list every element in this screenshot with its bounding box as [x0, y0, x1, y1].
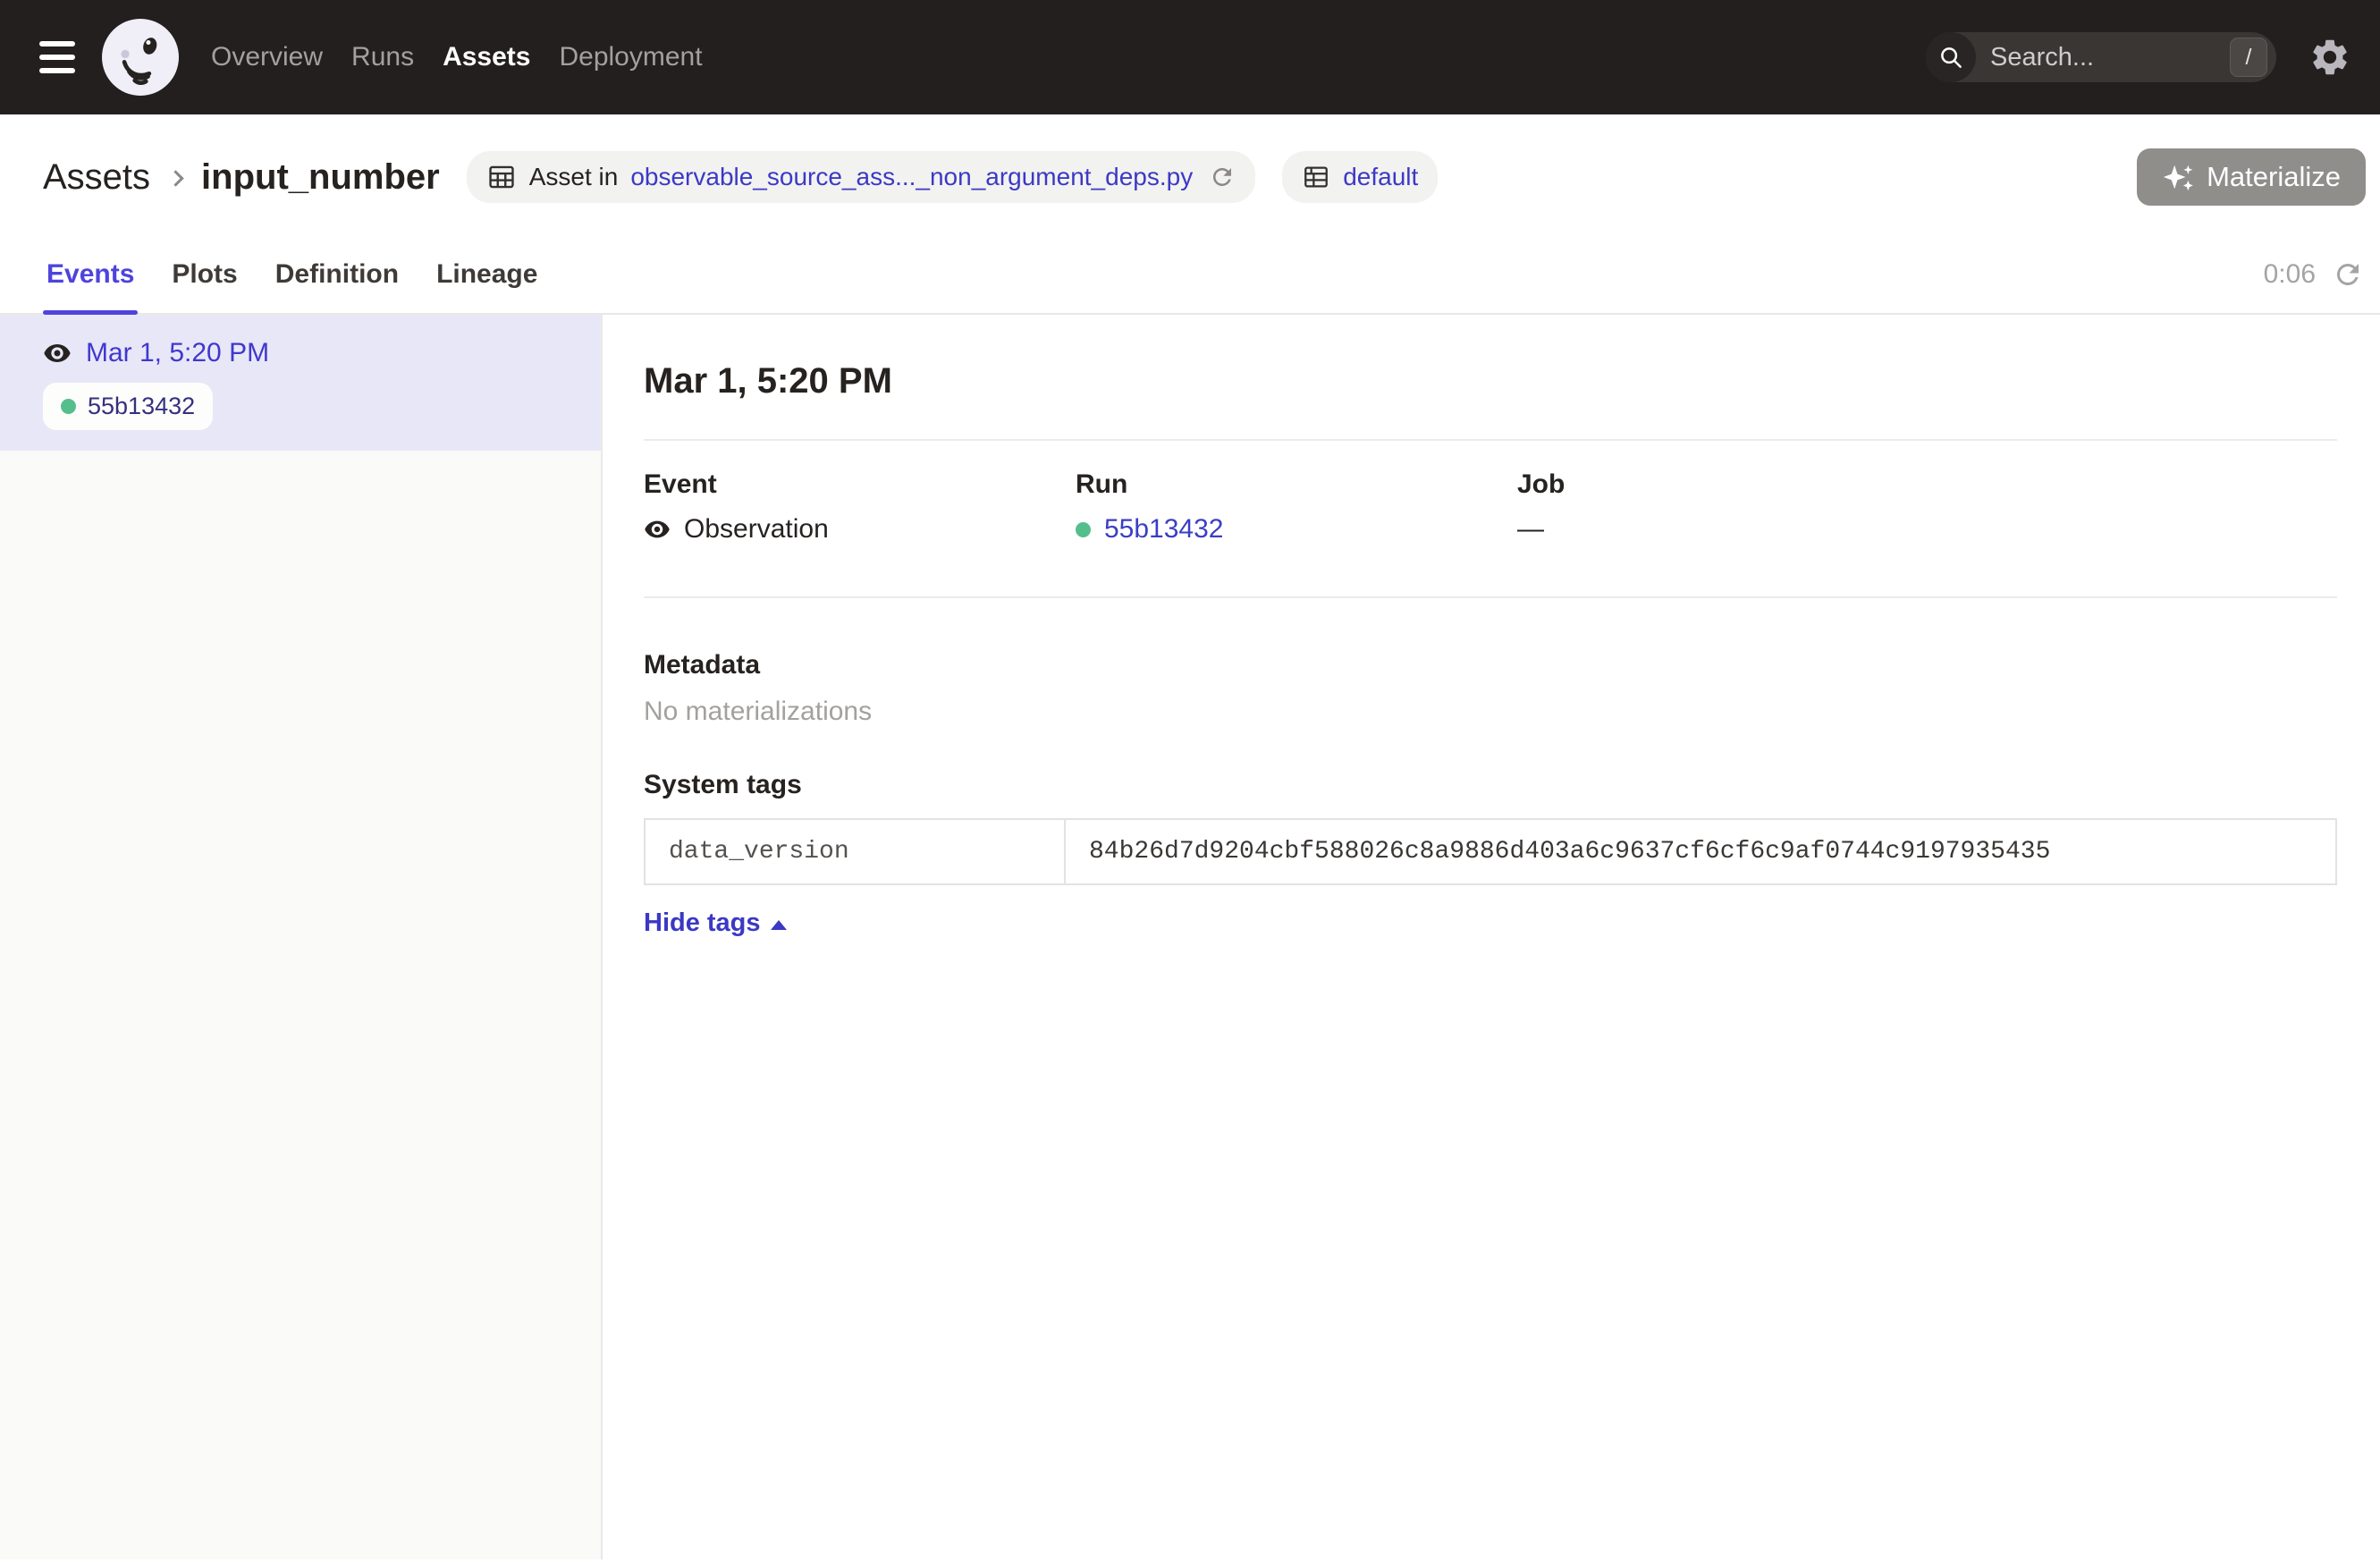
refresh-area: 0:06: [2264, 258, 2364, 291]
observation-eye-icon: [644, 516, 671, 543]
materialize-button[interactable]: Materialize: [2137, 148, 2366, 206]
event-detail-pane: Mar 1, 5:20 PM Event Observation Run 55b…: [603, 315, 2380, 1559]
hide-tags-link[interactable]: Hide tags: [644, 908, 787, 938]
job-empty-value: —: [1517, 514, 1544, 545]
run-success-dot: [61, 399, 76, 414]
asset-definition-pill: Asset in observable_source_ass..._non_ar…: [467, 151, 1255, 203]
system-tags-heading: System tags: [644, 770, 2337, 800]
event-list-sidebar: Mar 1, 5:20 PM 55b13432: [0, 315, 603, 1559]
refresh-icon[interactable]: [2332, 258, 2364, 291]
nav-item-overview[interactable]: Overview: [211, 42, 323, 72]
caret-up-icon: [771, 920, 787, 930]
tab-events[interactable]: Events: [46, 236, 134, 313]
system-tags-table: data_version 84b26d7d9204cbf588026c8a988…: [644, 818, 2337, 885]
search-icon: [1926, 32, 1976, 82]
tab-plots[interactable]: Plots: [172, 236, 237, 313]
asset-in-label: Asset in: [529, 163, 619, 191]
nav-links: Overview Runs Assets Deployment: [211, 42, 703, 72]
nav-item-runs[interactable]: Runs: [351, 42, 414, 72]
run-id-link[interactable]: 55b13432: [1104, 514, 1223, 545]
event-meta-row: Event Observation Run 55b13432 Job: [644, 469, 2337, 545]
event-detail-title: Mar 1, 5:20 PM: [644, 361, 2337, 401]
sparkles-icon: [2162, 163, 2194, 191]
tab-definition[interactable]: Definition: [275, 236, 399, 313]
event-timestamp: Mar 1, 5:20 PM: [86, 338, 269, 368]
chevron-right-icon: [167, 170, 183, 186]
run-column-label: Run: [1076, 469, 1517, 500]
metadata-heading: Metadata: [644, 650, 2337, 680]
search-bar[interactable]: /: [1926, 32, 2276, 82]
hide-tags-label: Hide tags: [644, 908, 761, 938]
workspace-icon: [1302, 163, 1330, 191]
event-type-value: Observation: [684, 514, 829, 545]
page-title: input_number: [201, 157, 440, 198]
run-id-pill[interactable]: 55b13432: [43, 383, 213, 430]
event-timestamp-row: Mar 1, 5:20 PM: [43, 338, 601, 368]
event-column-label: Event: [644, 469, 1076, 500]
reload-definition-icon[interactable]: [1209, 164, 1236, 190]
gear-icon[interactable]: [2308, 35, 2353, 80]
job-column: Job —: [1517, 469, 2337, 545]
event-list-item-selected[interactable]: Mar 1, 5:20 PM 55b13432: [0, 315, 601, 451]
run-id-text: 55b13432: [88, 393, 195, 420]
dagster-logo[interactable]: [102, 19, 179, 96]
repo-location-pill: default: [1282, 151, 1438, 203]
repo-default-link[interactable]: default: [1343, 163, 1418, 191]
materialize-label: Materialize: [2207, 161, 2341, 193]
nav-right: /: [1926, 32, 2353, 82]
search-input[interactable]: [1990, 43, 2230, 72]
top-nav-bar: Overview Runs Assets Deployment /: [0, 0, 2380, 114]
asset-table-icon: [486, 162, 517, 192]
tab-lineage[interactable]: Lineage: [436, 236, 537, 313]
refresh-countdown: 0:06: [2264, 259, 2316, 290]
event-column: Event Observation: [644, 469, 1076, 545]
asset-source-file-link[interactable]: observable_source_ass..._non_argument_de…: [630, 163, 1193, 191]
observation-eye-icon: [43, 339, 72, 368]
run-column: Run 55b13432: [1076, 469, 1517, 545]
breadcrumb-assets-link[interactable]: Assets: [43, 157, 150, 198]
no-materializations-message: No materializations: [644, 697, 2337, 727]
nav-item-deployment[interactable]: Deployment: [559, 42, 702, 72]
divider: [644, 596, 2337, 598]
menu-icon[interactable]: [39, 41, 79, 73]
breadcrumb: Assets input_number: [43, 157, 440, 198]
tag-key-cell: data_version: [646, 820, 1066, 883]
run-success-dot: [1076, 522, 1091, 537]
job-column-label: Job: [1517, 469, 2337, 500]
nav-item-assets[interactable]: Assets: [443, 42, 530, 72]
slash-shortcut-badge: /: [2230, 38, 2267, 77]
page-header: Assets input_number Asset in observable_…: [0, 114, 2380, 236]
content-area: Mar 1, 5:20 PM 55b13432 Mar 1, 5:20 PM E…: [0, 315, 2380, 1559]
divider: [644, 439, 2337, 441]
tag-value-cell: 84b26d7d9204cbf588026c8a9886d403a6c9637c…: [1066, 820, 2335, 883]
tabs-bar: Events Plots Definition Lineage 0:06: [0, 236, 2380, 315]
